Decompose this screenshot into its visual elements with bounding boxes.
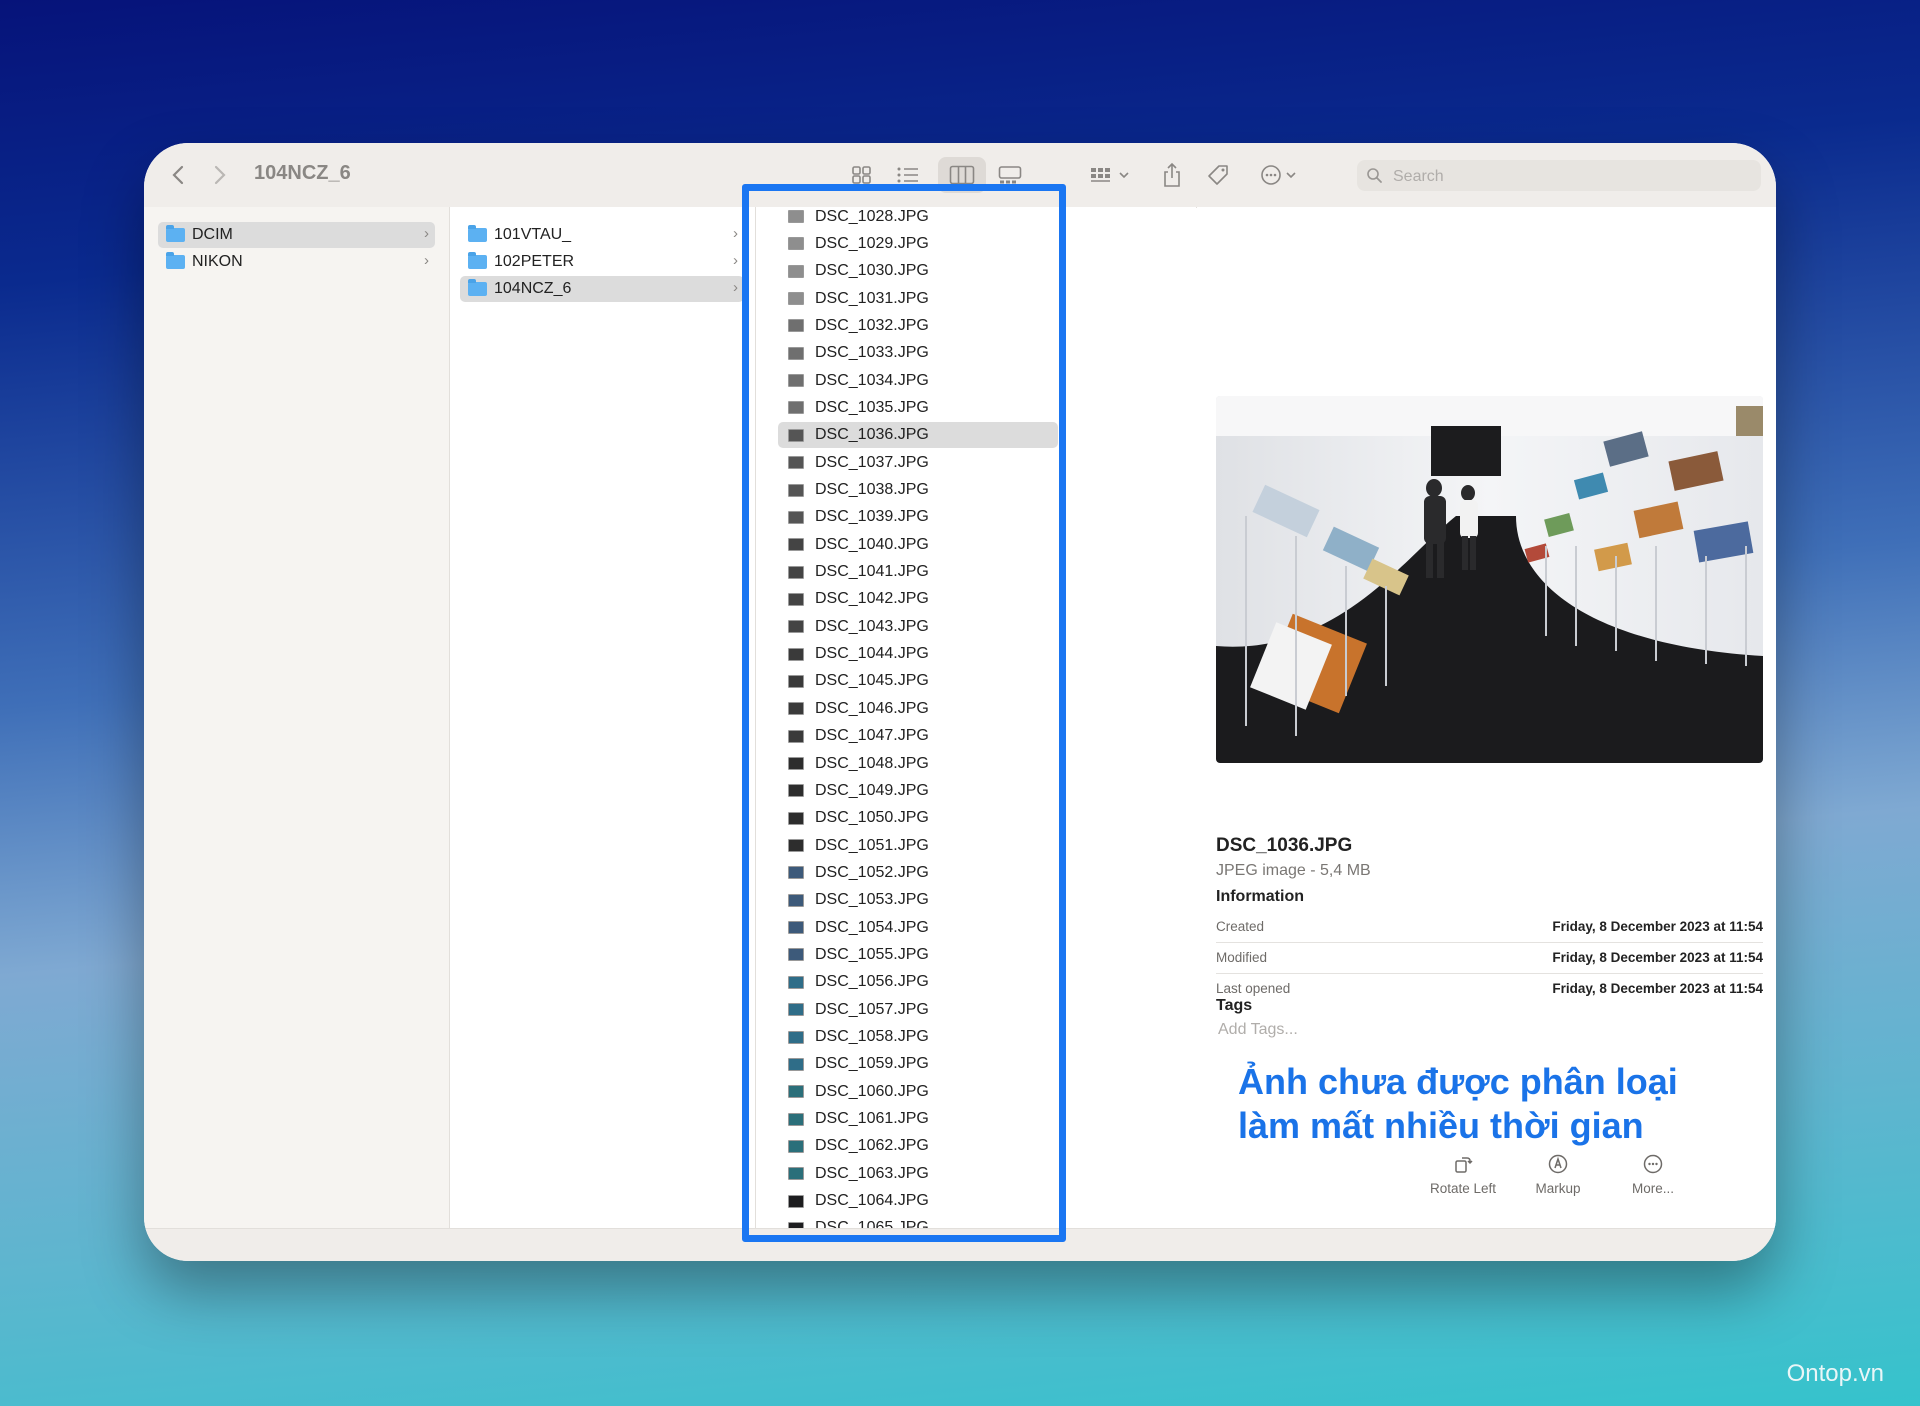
- information-heading: Information: [1216, 888, 1304, 905]
- sidebar-column: DCIM › NIKON ›: [144, 207, 450, 1228]
- chevron-right-icon: ›: [733, 279, 738, 296]
- search-field[interactable]: [1357, 160, 1761, 191]
- sidebar-item-dcim[interactable]: DCIM ›: [158, 222, 435, 248]
- search-icon: [1367, 168, 1382, 183]
- list-icon: [897, 167, 918, 183]
- watermark: Ontop.vn: [1786, 1360, 1884, 1387]
- group-grid-icon: [1091, 168, 1129, 182]
- info-value: Friday, 8 December 2023 at 11:54: [1552, 950, 1763, 965]
- info-key: Created: [1216, 919, 1265, 934]
- sidebar-item-label: DCIM: [192, 226, 233, 243]
- highlight-frame: [742, 184, 1066, 1242]
- window-title: 104NCZ_6: [254, 162, 351, 184]
- chevron-right-icon: [214, 165, 226, 185]
- folder-item-label: 102PETER: [494, 253, 575, 270]
- sidebar-item-label: NIKON: [192, 253, 243, 270]
- share-button[interactable]: [1154, 157, 1190, 193]
- more-circle-icon: [1261, 165, 1296, 185]
- info-row-last-opened: Last opened Friday, 8 December 2023 at 1…: [1216, 974, 1763, 1004]
- caption-line-1: Ảnh chưa được phân loại: [1238, 1061, 1678, 1102]
- folder-item-104ncz6[interactable]: 104NCZ_6 ›: [460, 276, 744, 302]
- tag-icon: [1208, 165, 1228, 185]
- rotate-left-icon: [1455, 1157, 1473, 1173]
- tag-button[interactable]: [1200, 157, 1236, 193]
- gallery-icon: [998, 166, 1022, 184]
- folder-column: 101VTAU_ › 102PETER › 104NCZ_6 ›: [450, 207, 756, 1228]
- info-row-created: Created Friday, 8 December 2023 at 11:54: [1216, 912, 1763, 943]
- chevron-right-icon: ›: [424, 252, 429, 269]
- folder-icon: [468, 279, 487, 296]
- back-button[interactable]: [166, 161, 192, 189]
- info-key: Last opened: [1216, 981, 1291, 996]
- action-label: Markup: [1535, 1181, 1581, 1196]
- preview-kind: JPEG image - 5,4 MB: [1216, 862, 1371, 879]
- sidebar-item-nikon[interactable]: NIKON ›: [158, 249, 435, 275]
- columns-icon: [949, 165, 975, 185]
- share-icon: [1164, 162, 1180, 187]
- photo-preview: [1216, 396, 1763, 763]
- folder-item-label: 101VTAU_: [494, 226, 572, 243]
- folder-icon: [166, 225, 185, 242]
- search-input[interactable]: [1391, 163, 1755, 190]
- chevron-right-icon: ›: [733, 252, 738, 269]
- preview-filename: DSC_1036.JPG: [1216, 835, 1353, 856]
- action-label: More...: [1631, 1181, 1674, 1196]
- folder-icon: [166, 252, 185, 269]
- chevron-left-icon: [172, 165, 184, 185]
- folder-item-102peter[interactable]: 102PETER ›: [460, 249, 744, 275]
- tags-heading: Tags: [1216, 997, 1253, 1014]
- info-key: Modified: [1216, 950, 1268, 965]
- folder-icon: [468, 252, 487, 269]
- chevron-right-icon: ›: [424, 225, 429, 242]
- chevron-right-icon: ›: [733, 225, 738, 242]
- rotate-left-button[interactable]: Rotate Left: [1413, 1151, 1513, 1196]
- markup-button[interactable]: Markup: [1508, 1151, 1608, 1196]
- caption-line-2: làm mất nhiều thời gian: [1238, 1105, 1644, 1146]
- info-row-modified: Modified Friday, 8 December 2023 at 11:5…: [1216, 943, 1763, 974]
- forward-button[interactable]: [206, 161, 232, 189]
- grid-icon: [852, 166, 871, 184]
- more-icon: [1643, 1154, 1663, 1174]
- markup-icon: [1548, 1154, 1568, 1174]
- info-value: Friday, 8 December 2023 at 11:54: [1552, 919, 1763, 934]
- gallery-photo-image: [1216, 396, 1763, 763]
- action-menu-button[interactable]: [1256, 157, 1306, 193]
- folder-item-label: 104NCZ_6: [494, 280, 572, 297]
- more-button[interactable]: More...: [1603, 1151, 1703, 1196]
- add-tags-field[interactable]: Add Tags...: [1218, 1021, 1298, 1039]
- folder-item-101vtau[interactable]: 101VTAU_ ›: [460, 222, 744, 248]
- preview-pane: DSC_1036.JPG JPEG image - 5,4 MB Informa…: [1197, 207, 1776, 1228]
- folder-icon: [468, 225, 487, 242]
- group-menu-button[interactable]: [1086, 157, 1136, 193]
- caption-overlay: Ảnh chưa được phân loại làm mất nhiều th…: [1238, 1060, 1678, 1148]
- info-value: Friday, 8 December 2023 at 11:54: [1552, 981, 1763, 996]
- action-label: Rotate Left: [1429, 1181, 1497, 1196]
